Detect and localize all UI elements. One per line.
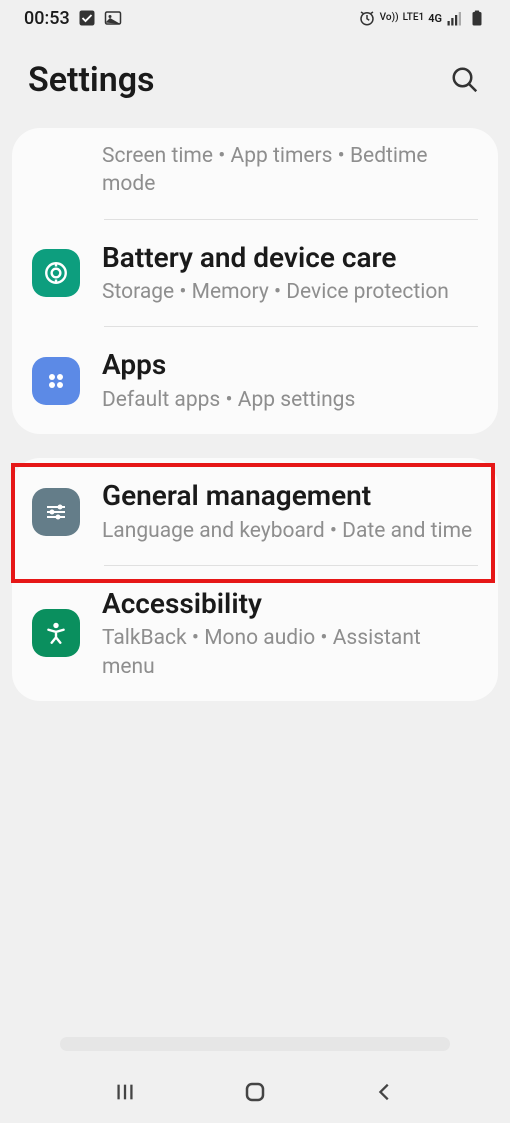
back-button[interactable]: [355, 1072, 415, 1112]
recents-button[interactable]: [95, 1072, 155, 1112]
alarm-icon: [358, 9, 376, 27]
header: Settings: [0, 36, 510, 120]
general-management-icon: [32, 488, 80, 536]
signal-icon: [446, 9, 464, 27]
settings-item-general-management[interactable]: General management Language and keyboard…: [12, 458, 498, 565]
item-title: Battery and device care: [102, 240, 478, 276]
settings-item-accessibility[interactable]: Accessibility TalkBack • Mono audio • As…: [12, 566, 498, 701]
navigation-bar: [0, 1061, 510, 1123]
status-time: 00:53: [24, 8, 70, 29]
scrollbar-hint: [60, 1037, 450, 1051]
item-sub: TalkBack • Mono audio • Assistant menu: [102, 624, 478, 681]
status-network: 4G: [428, 12, 442, 25]
item-sub: Storage • Memory • Device protection: [102, 278, 478, 306]
status-right: Vo)) LTE1 4G: [358, 9, 486, 27]
status-bar: 00:53 Vo)) LTE1 4G: [0, 0, 510, 36]
settings-card-1: Screen time • App timers • Bedtime mode …: [12, 128, 498, 434]
accessibility-icon: [32, 609, 80, 657]
status-lte: LTE1: [403, 13, 425, 23]
home-icon: [243, 1080, 267, 1104]
settings-item-battery-device-care[interactable]: Battery and device care Storage • Memory…: [12, 220, 498, 327]
recents-icon: [114, 1081, 136, 1103]
item-sub: Language and keyboard • Date and time: [102, 517, 478, 545]
check-icon: [78, 9, 96, 27]
settings-item-apps[interactable]: Apps Default apps • App settings: [12, 327, 498, 434]
page-title: Settings: [28, 60, 155, 100]
back-icon: [374, 1081, 396, 1103]
battery-icon: [468, 9, 486, 27]
item-title: Accessibility: [102, 586, 478, 622]
settings-card-2: General management Language and keyboard…: [12, 458, 498, 701]
apps-icon: [32, 357, 80, 405]
item-sub: Default apps • App settings: [102, 386, 478, 414]
item-title: Apps: [102, 347, 478, 383]
item-title: General management: [102, 478, 478, 514]
search-button[interactable]: [448, 63, 482, 97]
status-left: 00:53: [24, 8, 122, 29]
search-icon: [450, 65, 480, 95]
status-vo: Vo)): [380, 13, 399, 23]
item-sub: Screen time • App timers • Bedtime mode: [102, 142, 478, 199]
image-icon: [104, 9, 122, 27]
settings-item-digital-wellbeing-partial[interactable]: Screen time • App timers • Bedtime mode: [12, 128, 498, 219]
device-care-icon: [32, 249, 80, 297]
home-button[interactable]: [225, 1072, 285, 1112]
